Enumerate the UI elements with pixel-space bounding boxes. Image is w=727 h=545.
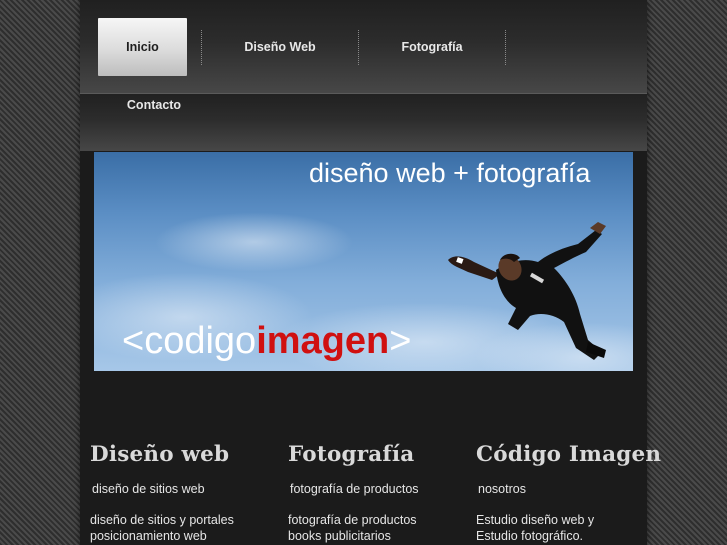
nav-item-inicio[interactable]: Inicio	[98, 18, 187, 76]
column-fotografia: Fotografía fotografía de productos fotog…	[288, 442, 419, 544]
nav-item-contacto[interactable]: Contacto	[98, 76, 210, 134]
column-title: Código Imagen	[476, 442, 662, 467]
page-container: Inicio Diseño Web Fotografía Contacto di…	[80, 0, 661, 545]
column-diseno-web: Diseño web diseño de sitios web diseño d…	[90, 442, 234, 544]
column-codigo-imagen: Código Imagen nosotros Estudio diseño we…	[476, 442, 661, 544]
column-subtitle: diseño de sitios web	[92, 482, 205, 496]
column-subtitle: fotografía de productos	[290, 482, 419, 496]
nav-separator	[505, 30, 506, 65]
column-subtitle: nosotros	[478, 482, 526, 496]
codigoimagen-logo: <codigoimagen>	[122, 320, 412, 362]
nav-item-fotografia[interactable]: Fotografía	[387, 18, 477, 76]
nav-separator	[358, 30, 359, 65]
nav-separator	[201, 30, 202, 65]
column-text: Estudio diseño web y Estudio fotográfico…	[476, 513, 595, 543]
jumping-person-photo	[448, 222, 606, 360]
banner-tagline: diseño web + fotografía	[309, 158, 591, 188]
column-text: diseño de sitios y portales posicionamie…	[90, 513, 234, 543]
column-title: Diseño web	[90, 442, 230, 467]
header-banner: diseño web + fotografía <codigoimagen>	[94, 152, 633, 371]
column-title: Fotografía	[288, 442, 415, 467]
column-text: fotografía de productos books publicitar…	[288, 513, 417, 543]
nav-item-diseno-web[interactable]: Diseño Web	[230, 18, 330, 76]
